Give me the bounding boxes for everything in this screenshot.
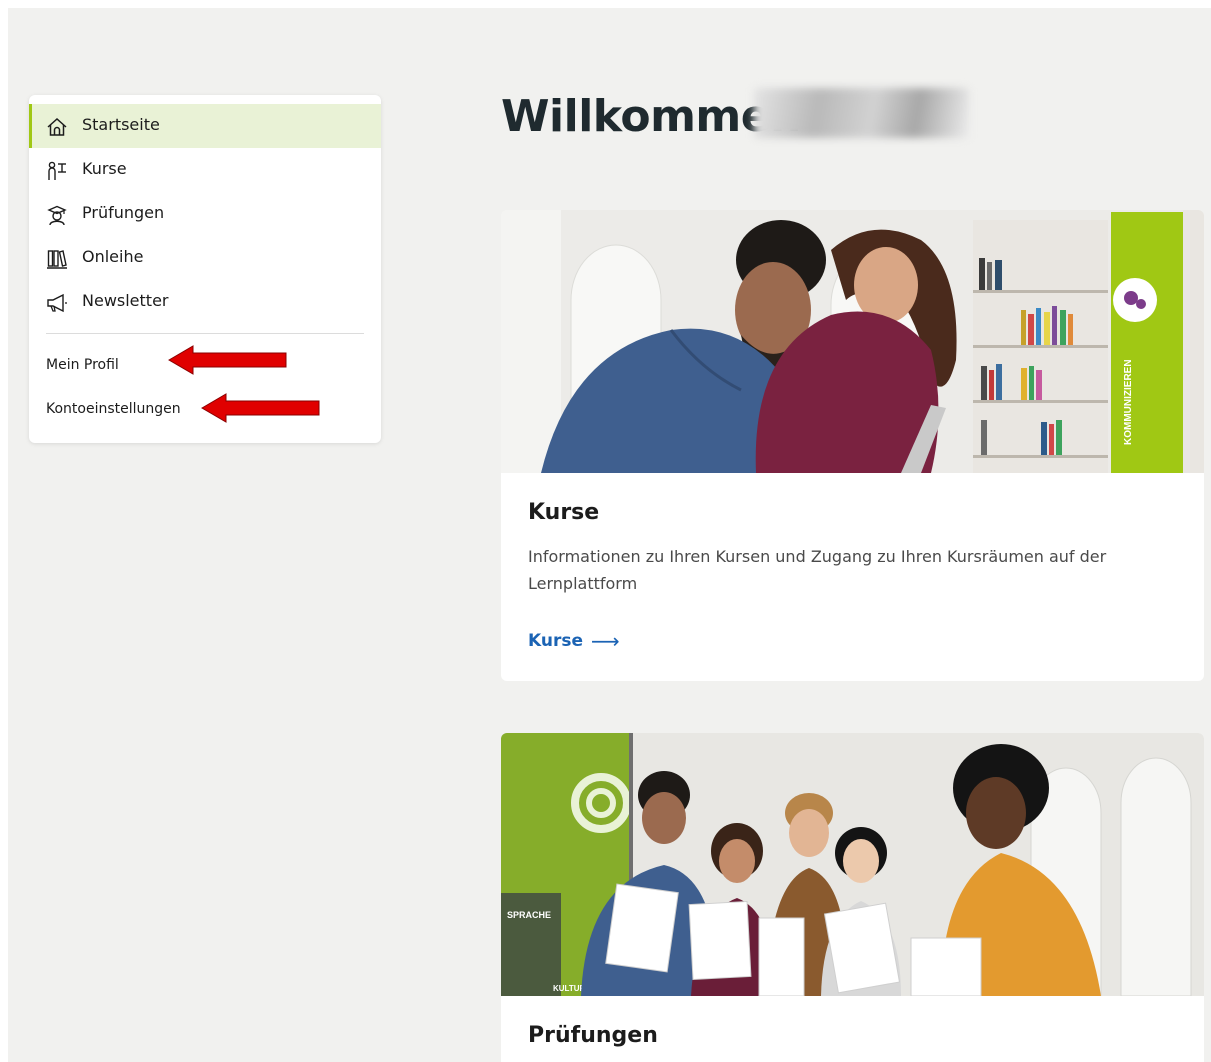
students-library-photo: KOMMUNIZIEREN bbox=[501, 210, 1204, 473]
megaphone-icon bbox=[47, 293, 67, 313]
wall-text: SPRACHE bbox=[507, 910, 551, 920]
sidebar-item-pruefungen[interactable]: Prüfungen bbox=[29, 192, 381, 236]
teacher-board-icon bbox=[48, 161, 66, 180]
courses-card-description: Informationen zu Ihren Kursen und Zugang… bbox=[528, 547, 1107, 593]
account-settings-link[interactable]: Kontoeinstellungen bbox=[46, 401, 181, 417]
sidebar-item-kurse[interactable]: Kurse bbox=[29, 148, 381, 192]
blurred-user-name bbox=[754, 88, 969, 138]
sidebar-item-label: Prüfungen bbox=[82, 203, 165, 222]
my-profile-link[interactable]: Mein Profil bbox=[46, 357, 119, 373]
courses-link-label: Kurse bbox=[528, 631, 584, 651]
courses-card-title: Kurse bbox=[528, 500, 600, 525]
students-certificates-photo: SPRACHE KULTUR bbox=[501, 733, 1204, 996]
graduate-icon bbox=[47, 205, 67, 226]
library-books-icon bbox=[47, 250, 67, 269]
home-icon bbox=[47, 117, 67, 136]
panel-text: KOMMUNIZIEREN bbox=[1123, 359, 1134, 445]
red-arrow-icon bbox=[168, 345, 287, 375]
page: Startseite Kurse Prüfungen Onleihe Newsl… bbox=[8, 8, 1211, 1062]
sidebar-divider bbox=[46, 333, 364, 334]
sidebar-item-startseite[interactable]: Startseite bbox=[29, 104, 381, 148]
wall-text: KULTUR bbox=[553, 984, 586, 993]
sidebar-item-label: Kurse bbox=[82, 159, 127, 178]
red-arrow-icon bbox=[201, 393, 320, 423]
sidebar-item-onleihe[interactable]: Onleihe bbox=[29, 236, 381, 280]
exams-card-title: Prüfungen bbox=[528, 1023, 658, 1048]
courses-card: KOMMUNIZIEREN Kurse Informationen zu Ihr… bbox=[501, 210, 1204, 681]
arrow-right-icon: ⟶ bbox=[591, 629, 620, 653]
sidebar-item-newsletter[interactable]: Newsletter bbox=[29, 280, 381, 324]
sidebar-item-label: Onleihe bbox=[82, 247, 144, 266]
sidebar-item-label: Newsletter bbox=[82, 291, 169, 310]
courses-link[interactable]: Kurse ⟶ bbox=[528, 629, 620, 653]
exams-card: SPRACHE KULTUR Prüfungen bbox=[501, 733, 1204, 1062]
sidebar-item-label: Startseite bbox=[82, 115, 160, 134]
sidebar-nav: Startseite Kurse Prüfungen Onleihe Newsl… bbox=[29, 95, 381, 443]
